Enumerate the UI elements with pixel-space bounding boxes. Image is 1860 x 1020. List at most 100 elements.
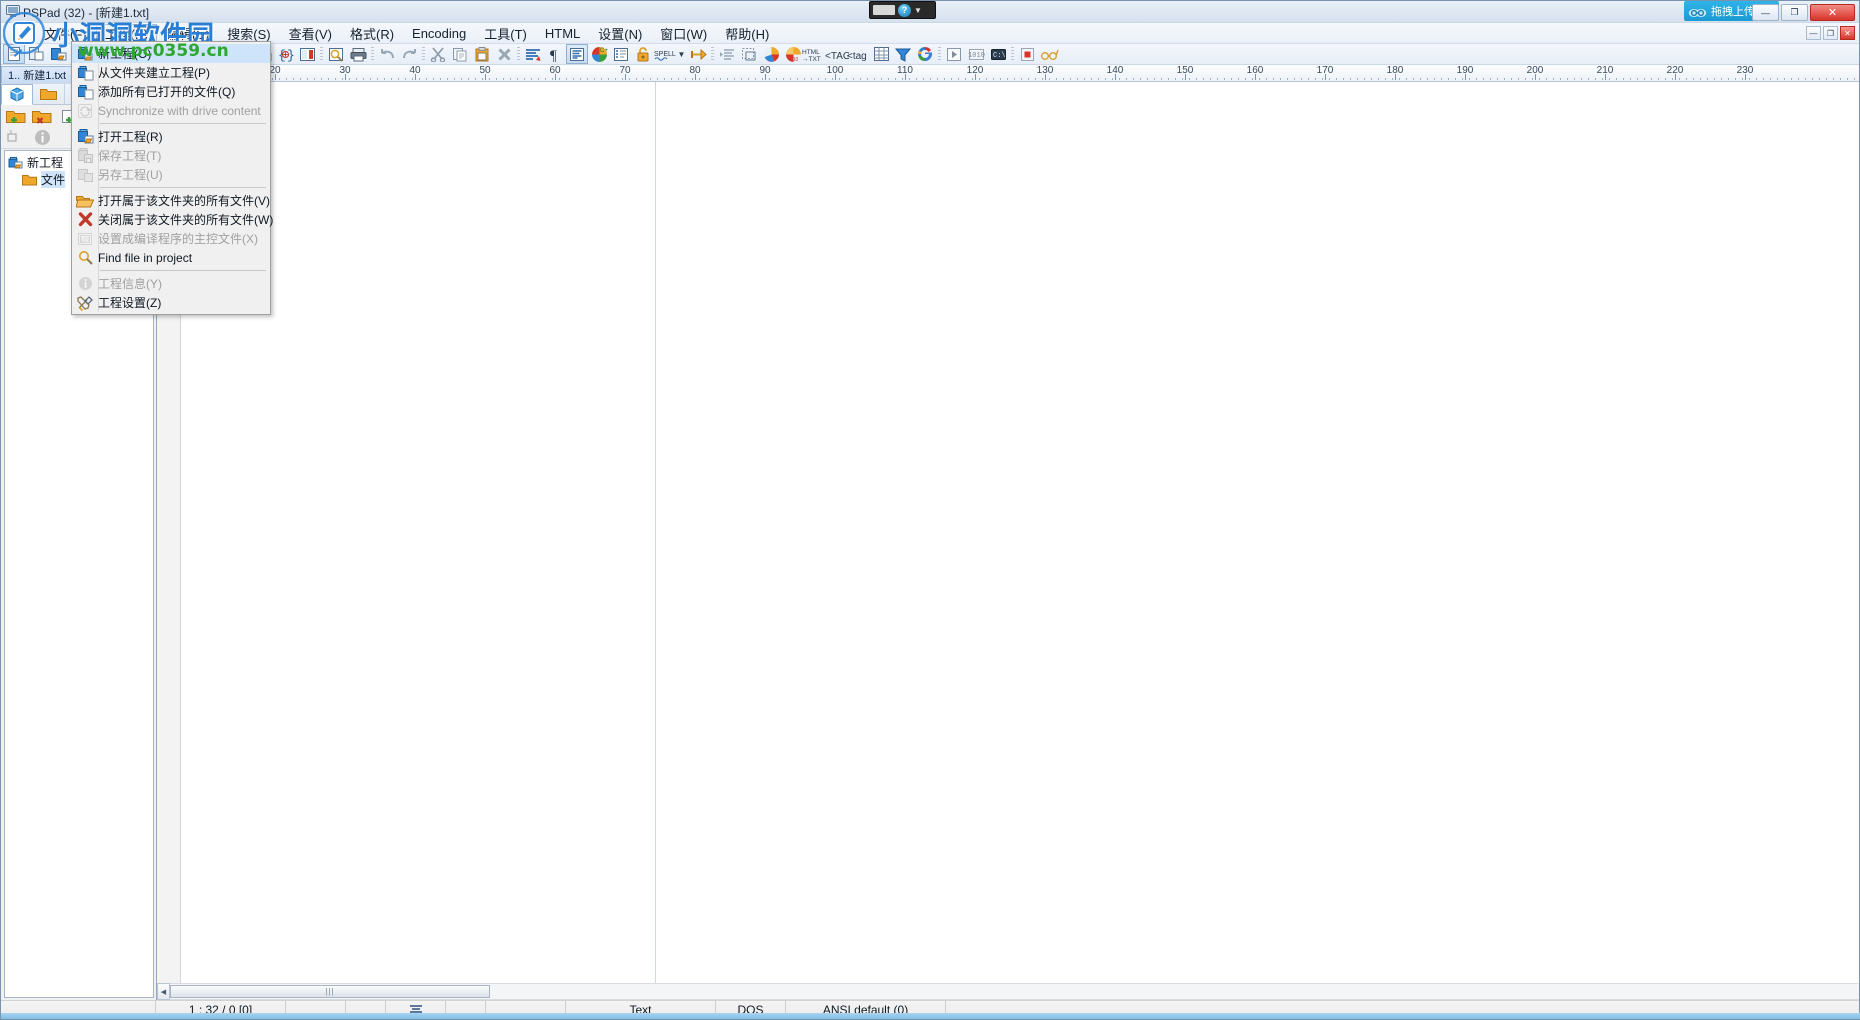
tag-upper-button[interactable]: <TAG <box>825 44 849 64</box>
menu-item-folder-project[interactable]: 从文件夹建立工程(P) <box>72 63 270 82</box>
spell-button[interactable]: SPELL <box>654 44 676 64</box>
record-stop-button[interactable] <box>1016 44 1038 64</box>
cut-button[interactable] <box>427 44 449 64</box>
ruler-minor-dot <box>538 78 539 80</box>
toolbar-grip[interactable] <box>1009 44 1016 64</box>
console-button[interactable]: C:\ <box>987 44 1009 64</box>
info-button[interactable] <box>29 127 55 147</box>
ruler-minor-dot <box>755 78 756 80</box>
redo-button[interactable] <box>398 44 420 64</box>
chart2-button[interactable]: #10 <box>782 44 804 64</box>
hscroll-thumb[interactable]: ||| <box>170 985 490 998</box>
tag-lower-button[interactable]: <tag <box>847 44 870 64</box>
new-from-template-button[interactable] <box>25 44 47 64</box>
ruler-minor-dot <box>286 78 287 80</box>
toolbar-grip[interactable] <box>515 44 522 64</box>
code-explorer-button[interactable] <box>610 44 632 64</box>
menu-0[interactable]: 文件(F) <box>35 23 96 43</box>
spell-caret[interactable]: ▼ <box>676 44 687 64</box>
print-preview-button[interactable] <box>325 44 347 64</box>
open-file-button[interactable] <box>47 44 69 64</box>
indent-button[interactable] <box>716 44 738 64</box>
delete-button[interactable] <box>493 44 515 64</box>
mdi-close-button[interactable]: ✕ <box>1840 26 1855 40</box>
html-txt-button[interactable]: HTML →TXT <box>802 44 826 64</box>
menu-item-add-open-files[interactable]: 添加所有已打开的文件(Q) <box>72 82 270 101</box>
menu-4[interactable]: 查看(V) <box>280 23 341 43</box>
menu-item-red-x[interactable]: 关闭属于该文件夹的所有文件(W) <box>72 210 273 229</box>
menu-10[interactable]: 窗口(W) <box>651 23 716 43</box>
highlighter-button[interactable] <box>566 44 588 64</box>
code-editor[interactable] <box>181 82 1859 983</box>
right-margin-line <box>655 82 656 983</box>
ruler-minor-dot <box>503 78 504 80</box>
ruler-minor-dot <box>531 78 532 80</box>
menu-item-new-project[interactable]: 新工程(O) <box>72 44 270 63</box>
toolbar-grip[interactable] <box>936 44 943 64</box>
ruler-minor-dot <box>1588 78 1589 80</box>
paste-button[interactable] <box>471 44 493 64</box>
close-button[interactable]: ✕ <box>1810 4 1855 21</box>
new-file-button[interactable] <box>3 44 25 64</box>
undo-icon <box>379 47 396 61</box>
format-button[interactable] <box>522 44 544 64</box>
help-icon[interactable]: ? <box>898 3 911 17</box>
menu-item-label: 从文件夹建立工程(P) <box>98 66 210 80</box>
glasses-button[interactable] <box>1038 44 1060 64</box>
remove-folder-button[interactable] <box>29 107 55 127</box>
menu-item-open-folder[interactable]: 打开属于该文件夹的所有文件(V) <box>72 191 270 210</box>
menu-7[interactable]: 工具(T) <box>475 23 536 43</box>
scroll-left-arrow[interactable]: ◀ <box>157 983 170 1000</box>
capture-region-icon[interactable] <box>873 5 895 15</box>
toolbar-grip[interactable] <box>318 44 325 64</box>
undo-button[interactable] <box>376 44 398 64</box>
tab-file-explorer[interactable] <box>33 84 65 104</box>
minimize-button[interactable]: — <box>1752 4 1779 21</box>
tab-code-explorer[interactable] <box>1 84 33 105</box>
add-folder-button[interactable] <box>3 107 29 127</box>
show-pilcrow-button[interactable]: ¶ <box>544 44 566 64</box>
brackets-button[interactable]: {} <box>274 44 296 64</box>
maximize-button[interactable]: ❐ <box>1781 4 1808 21</box>
macro-button[interactable] <box>687 44 709 64</box>
menu-item-open-project[interactable]: 打开工程(R) <box>72 127 270 146</box>
menu-11[interactable]: 帮助(H) <box>716 23 778 43</box>
screen-capture-float-toolbar[interactable]: ? ▼ <box>869 1 936 19</box>
ruler-minor-dot <box>895 78 896 80</box>
toolbar-grip[interactable] <box>709 44 716 64</box>
menu-3[interactable]: 搜索(S) <box>218 23 279 43</box>
mdi-minimize-button[interactable]: — <box>1806 26 1821 40</box>
ruler-minor-dot <box>1567 78 1568 80</box>
select-all-button[interactable] <box>738 44 760 64</box>
filter-button[interactable] <box>892 44 914 64</box>
rename-button[interactable]: x <box>3 127 29 147</box>
toolbar-grip[interactable] <box>369 44 376 64</box>
funnel-icon <box>895 47 911 62</box>
file-tab-active[interactable]: 1.. 新建1.txt <box>1 66 74 83</box>
ruler-minor-dot <box>1805 78 1806 80</box>
mdi-restore-button[interactable]: ❐ <box>1823 26 1838 40</box>
menu-2[interactable]: 编辑(E) <box>157 23 218 43</box>
menu-item-tools[interactable]: 工程设置(Z) <box>72 293 270 312</box>
table-button[interactable] <box>870 44 892 64</box>
chevron-down-icon[interactable]: ▼ <box>914 6 922 15</box>
binary-button[interactable]: 1010 <box>965 44 987 64</box>
menu-5[interactable]: 格式(R) <box>341 23 403 43</box>
readonly-button[interactable] <box>632 44 654 64</box>
menu-item-magnifier[interactable]: Find file in project <box>72 248 270 267</box>
syntax-cpp-button[interactable]: C+ <box>588 44 610 64</box>
ruler-minor-dot <box>1329 78 1330 80</box>
copy-button[interactable] <box>449 44 471 64</box>
menu-8[interactable]: HTML <box>536 23 589 43</box>
compare-button[interactable] <box>296 44 318 64</box>
horizontal-scrollbar[interactable]: ◀ ||| <box>157 983 1859 1000</box>
chart-button[interactable] <box>760 44 782 64</box>
toolbar-grip[interactable] <box>420 44 427 64</box>
google-button[interactable] <box>914 44 936 64</box>
menu-1[interactable]: 工程(P) <box>95 24 157 42</box>
menu-6[interactable]: Encoding <box>403 23 475 43</box>
print-button[interactable] <box>347 44 369 64</box>
run-button[interactable] <box>943 44 965 64</box>
hscroll-track[interactable]: ||| <box>170 983 1859 1000</box>
menu-9[interactable]: 设置(N) <box>589 23 651 43</box>
